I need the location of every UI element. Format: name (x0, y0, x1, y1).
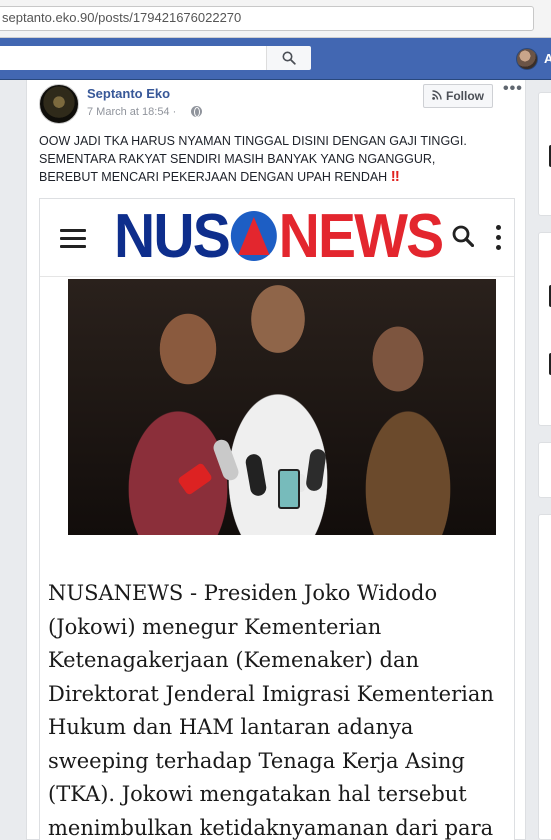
facebook-top-bar: A (0, 38, 551, 80)
browser-address-bar: septanto.eko.90/posts/179421676022270 (0, 0, 551, 38)
post-message: OOW JADI TKA HARUS NYAMAN TINGGAL DISINI… (39, 132, 519, 186)
user-avatar[interactable] (516, 48, 538, 70)
right-column-card (538, 514, 551, 840)
logo-o-mark (230, 211, 277, 261)
hamburger-menu-icon (60, 229, 86, 248)
post-text-segment: BEREBUT MENCARI PEKERJAAN DENGAN UPAH RE… (39, 170, 391, 184)
globe-icon[interactable] (191, 106, 202, 117)
author-name[interactable]: Septanto Eko (87, 86, 170, 101)
post-header: Septanto Eko 7 March at 18:54 · Follow •… (27, 80, 525, 128)
search-icon (452, 225, 474, 247)
post-text-line: SEMENTARA RAKYAT SENDIRI MASIH BANYAK YA… (39, 152, 436, 166)
article-line: sweeping terhadap Tenaga Kerja Asing (48, 748, 465, 773)
search-icon (282, 51, 296, 65)
right-column-card (538, 92, 551, 216)
news-photo (68, 279, 496, 535)
author-avatar[interactable] (39, 84, 79, 124)
right-column-card (538, 232, 551, 426)
article-line: Hukum dan HAM lantaran adanya (48, 715, 414, 739)
nusanews-logo: NUS NEWS (114, 201, 445, 271)
post-timestamp[interactable]: 7 March at 18:54 · (87, 106, 176, 118)
news-site-header: NUS NEWS (40, 199, 514, 277)
rss-icon (432, 89, 442, 103)
more-options-icon[interactable]: ••• (503, 80, 523, 98)
post-card: Septanto Eko 7 March at 18:54 · Follow •… (26, 80, 526, 840)
article-line: Ketenagakerjaan (Kemenaker) dan (48, 648, 420, 672)
article-line: NUSANEWS - Presiden Joko Widodo (48, 581, 438, 605)
right-column-card (538, 442, 551, 498)
search-button[interactable] (266, 46, 311, 70)
search-input[interactable] (0, 46, 266, 70)
follow-button[interactable]: Follow (423, 84, 493, 108)
post-text-line: BEREBUT MENCARI PEKERJAAN DENGAN UPAH RE… (39, 168, 519, 186)
shared-image[interactable]: NUS NEWS NUSANEWS - Presiden Joko Widodo… (39, 198, 515, 840)
logo-text-left: NUS (114, 201, 231, 271)
article-body: NUSANEWS - Presiden Joko Widodo (Jokowi)… (48, 577, 510, 840)
article-line: Direktorat Jenderal Imigrasi Kementerian (48, 681, 494, 706)
user-name[interactable]: A (544, 51, 551, 66)
follow-label: Follow (446, 89, 484, 103)
url-text[interactable]: septanto.eko.90/posts/179421676022270 (2, 10, 241, 25)
kebab-menu-icon (496, 225, 502, 251)
double-exclamation-icon: ‼ (390, 168, 400, 185)
logo-text-right: NEWS (278, 201, 445, 271)
article-line: menimbulkan ketidaknyamanan dari para (48, 815, 494, 840)
article-line: (Jokowi) menegur Kementerian (48, 614, 382, 639)
article-line: (TKA). Jokowi mengatakan hal tersebut (48, 782, 467, 806)
post-text-line: OOW JADI TKA HARUS NYAMAN TINGGAL DISINI… (39, 134, 467, 148)
